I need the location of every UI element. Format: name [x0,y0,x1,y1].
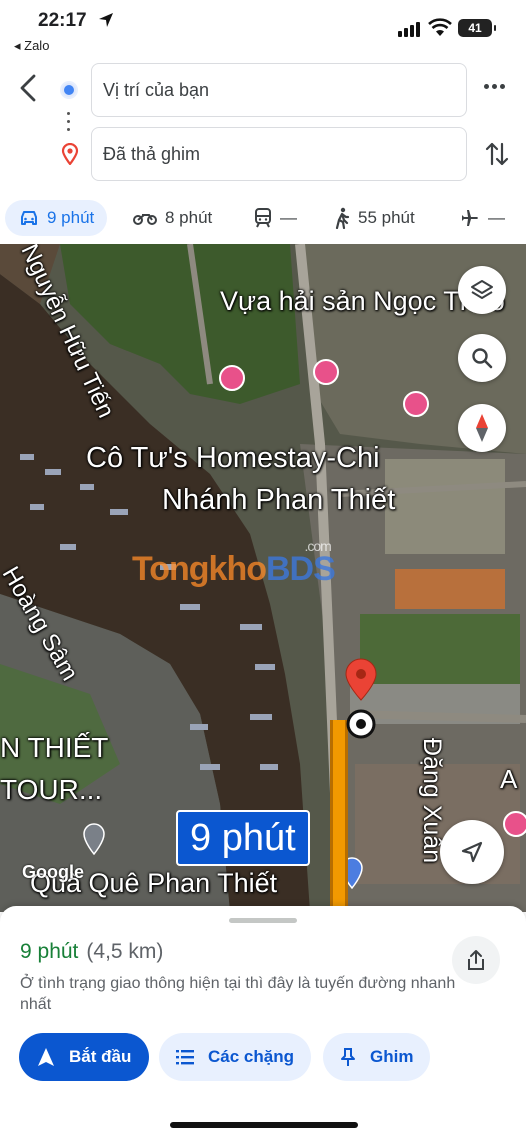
map-label-edge: A [500,764,518,794]
steps-button[interactable]: Các chặng [159,1033,311,1081]
route-connector-dots [67,112,71,136]
tab-label: 9 phút [47,208,95,227]
swap-icon[interactable] [485,140,509,168]
tab-motorbike[interactable]: 8 phút [133,200,212,236]
back-arrow-icon[interactable] [14,70,44,106]
start-label: Bắt đầu [69,1047,132,1066]
map-label-poi: TOUR... [0,774,103,805]
transit-icon [255,208,271,228]
map-label-poi: Nhánh Phan Thiết [162,484,396,516]
map-label-poi: N THIẾT [0,732,109,763]
location-arrow-icon [99,13,113,27]
flight-icon [462,210,478,226]
watermark-logo: TongkhoBDS .com [132,538,336,588]
tab-flight[interactable]: — [460,200,505,236]
battery-icon: 41 [458,19,496,37]
map-label-poi: Cô Tư's Homestay-Chi [86,442,380,474]
route-description: Ở tình trạng giao thông hiện tại thì đây… [20,975,456,1013]
tab-label: — [280,208,297,227]
more-options-icon[interactable] [484,84,505,89]
tab-transit[interactable]: — [254,200,297,236]
pin-label: Ghim [370,1047,414,1066]
route-bottom-sheet: 9 phút (4,5 km) Ở tình trạng giao thông h… [0,906,526,1138]
map-view[interactable]: Nguyễn Hữu Tiến Vựa hải sản Ngọc Thảo Cô… [0,244,526,912]
layers-button[interactable] [458,266,506,314]
start-button[interactable]: Bắt đầu [19,1033,149,1081]
back-to-app-link[interactable]: ◂ Zalo [14,38,49,54]
motorbike-icon [133,214,157,225]
clock: 22:17 [38,10,87,31]
wifi-icon [428,18,452,36]
route-distance: (4,5 km) [86,940,164,963]
tab-label: 8 phút [165,208,213,227]
compass-button[interactable] [458,404,506,452]
eta-time: 9 phút [20,940,79,963]
share-icon [468,950,484,970]
tab-walking[interactable]: 55 phút [334,200,415,236]
route-time-badge[interactable]: 9 phút [176,810,310,866]
navigation-arrow-icon [38,1048,54,1066]
layers-icon [471,280,493,299]
origin-dot-icon [62,83,76,97]
origin-input[interactable]: Vị trí của bạn [91,63,467,117]
cellular-signal-icon [398,22,420,37]
navigation-arrow-icon [461,841,483,863]
eta-summary: 9 phút (4,5 km) [20,940,163,964]
car-icon [21,211,37,225]
home-indicator[interactable] [170,1122,358,1128]
search-icon [472,348,493,369]
share-button[interactable] [452,936,500,984]
compass-icon [476,414,488,442]
drag-handle[interactable] [229,918,297,923]
tab-driving[interactable]: 9 phút [5,200,108,236]
search-button[interactable] [458,334,506,382]
tab-label: — [488,208,505,227]
pin-button[interactable]: Ghim [323,1033,430,1081]
destination-pin-icon [61,143,79,165]
destination-input[interactable]: Đã thả ghim [91,127,467,181]
status-bar: 22:17 ◂ Zalo 41 [0,0,526,58]
list-icon [176,1050,194,1065]
pushpin-icon [341,1048,355,1066]
tab-label: 55 phút [358,208,415,227]
navigate-button[interactable] [440,820,504,884]
google-logo: Google [22,862,84,882]
travel-mode-tabs: 9 phút 8 phút — 55 phút — [0,196,526,240]
steps-label: Các chặng [208,1047,294,1066]
walk-icon [335,207,350,229]
